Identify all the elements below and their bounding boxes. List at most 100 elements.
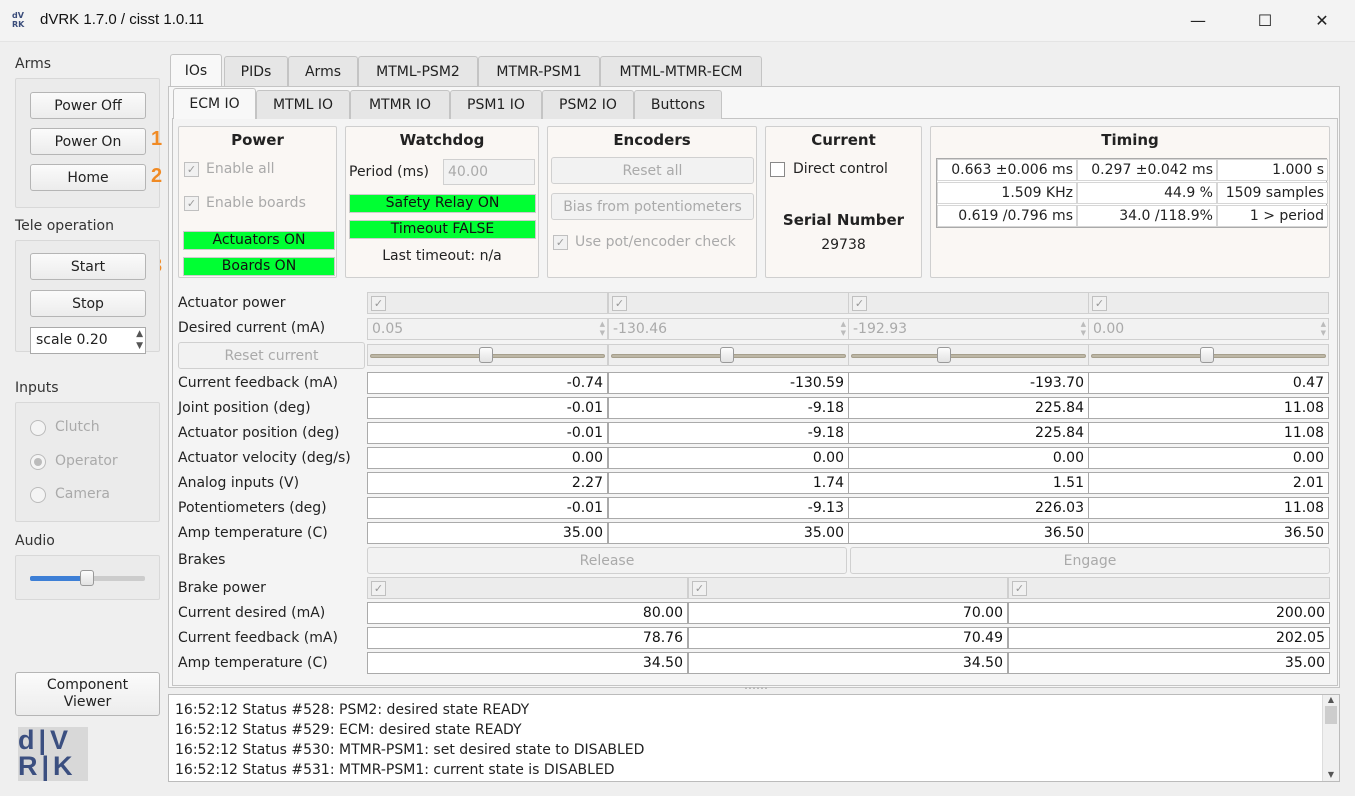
tab-mtml-psm2[interactable]: MTML-PSM2	[358, 56, 478, 86]
spin-arrows-icon[interactable]: ▲ ▼	[1321, 320, 1326, 338]
actuator-power-checkbox[interactable]: ✓	[371, 296, 386, 311]
spin-arrows-icon[interactable]: ▲ ▼	[841, 320, 846, 338]
slider-track	[851, 354, 1086, 358]
log-line: 16:52:12 Status #530: MTMR-PSM1: set des…	[175, 742, 645, 758]
actuator-value: -9.18	[608, 422, 849, 444]
subtab-mtmr-io[interactable]: MTMR IO	[350, 90, 450, 119]
release-button[interactable]: Release	[367, 547, 847, 574]
actuator-value: -0.01	[367, 422, 608, 444]
use-pot-check-checkbox[interactable]: ✓	[553, 235, 568, 250]
brake-row-label: Current feedback (mA)	[178, 630, 338, 646]
encoders-title: Encoders	[613, 131, 691, 149]
scroll-down-icon[interactable]: ▼	[1323, 770, 1339, 779]
current-slider[interactable]	[1088, 344, 1329, 366]
actuator-power-checkbox[interactable]: ✓	[852, 296, 867, 311]
audio-slider-handle[interactable]	[80, 570, 94, 586]
actuator-value: 225.84	[848, 422, 1089, 444]
close-button[interactable]: ✕	[1302, 8, 1342, 34]
actuator-power-label: Actuator power	[178, 295, 286, 311]
actuator-value: 36.50	[1088, 522, 1329, 544]
clutch-radio[interactable]	[30, 420, 46, 436]
actuator-value: -130.59	[608, 372, 849, 394]
bias-from-potentiometers-button[interactable]: Bias from potentiometers	[551, 193, 754, 220]
tab-pids[interactable]: PIDs	[224, 56, 288, 86]
actuator-value: 11.08	[1088, 422, 1329, 444]
camera-radio[interactable]	[30, 487, 46, 503]
operator-label: Operator	[55, 453, 118, 469]
scrollbar-thumb[interactable]	[1325, 706, 1337, 724]
subtab-psm2-io[interactable]: PSM2 IO	[542, 90, 634, 119]
operator-radio[interactable]	[30, 454, 46, 470]
desired-current-spinbox[interactable]: -130.46 ▲ ▼	[608, 318, 849, 340]
brake-row-label: Current desired (mA)	[178, 605, 326, 621]
brake-value: 202.05	[1008, 627, 1330, 649]
current-slider[interactable]	[608, 344, 849, 366]
tab-ios[interactable]: IOs	[170, 54, 222, 86]
subtab-ecm-io[interactable]: ECM IO	[173, 88, 256, 119]
slider-handle[interactable]	[937, 347, 951, 363]
desired-current-spinbox[interactable]: 0.00 ▲ ▼	[1088, 318, 1329, 340]
log-line: 16:52:12 Status #529: ECM: desired state…	[175, 722, 522, 738]
enable-boards-label: Enable boards	[206, 195, 306, 211]
timeout-status: Timeout FALSE	[349, 220, 536, 239]
tab-arms[interactable]: Arms	[288, 56, 358, 86]
actuator-value: 2.27	[367, 472, 608, 494]
subtab-buttons[interactable]: Buttons	[634, 90, 722, 119]
brake-value: 35.00	[1008, 652, 1330, 674]
actuator-power-cell: ✓	[608, 292, 849, 314]
current-slider[interactable]	[848, 344, 1089, 366]
actuator-value: -193.70	[848, 372, 1089, 394]
component-viewer-button[interactable]: Component Viewer	[15, 672, 160, 716]
stop-button[interactable]: Stop	[30, 290, 146, 317]
dvrk-logo: d|V R|K	[18, 727, 88, 781]
reset-current-button[interactable]: Reset current	[178, 342, 365, 369]
current-slider[interactable]	[367, 344, 608, 366]
brake-power-checkbox[interactable]: ✓	[1012, 581, 1027, 596]
actuator-value: 1.74	[608, 472, 849, 494]
actuator-power-checkbox[interactable]: ✓	[612, 296, 627, 311]
row-label: Amp temperature (C)	[178, 525, 328, 541]
scale-spinbox[interactable]: scale 0.20 ▲ ▼	[30, 327, 146, 354]
desired-current-value: 0.00	[1093, 321, 1125, 337]
engage-button[interactable]: Engage	[850, 547, 1330, 574]
log-scrollbar[interactable]: ▲ ▼	[1322, 695, 1339, 781]
subtab-mtml-io[interactable]: MTML IO	[256, 90, 350, 119]
arms-label: Arms	[15, 56, 52, 72]
maximize-button[interactable]: ☐	[1245, 8, 1285, 34]
enable-boards-checkbox[interactable]: ✓	[184, 196, 199, 211]
reset-all-button[interactable]: Reset all	[551, 157, 754, 184]
brake-power-cell: ✓	[688, 577, 1008, 599]
actuator-value: 35.00	[608, 522, 849, 544]
scroll-up-icon[interactable]: ▲	[1323, 695, 1339, 704]
slider-handle[interactable]	[479, 347, 493, 363]
spin-arrows-icon[interactable]: ▲ ▼	[600, 320, 605, 338]
period-label: Period (ms)	[349, 164, 429, 180]
tab-mtmr-psm1[interactable]: MTMR-PSM1	[478, 56, 600, 86]
splitter-handle[interactable]	[745, 687, 767, 691]
tab-mtml-mtmr-ecm[interactable]: MTML-MTMR-ECM	[600, 56, 762, 86]
actuator-power-cell: ✓	[1088, 292, 1329, 314]
spin-arrows-icon[interactable]: ▲ ▼	[136, 328, 143, 352]
use-pot-check-label: Use pot/encoder check	[575, 234, 736, 250]
desired-current-spinbox[interactable]: 0.05 ▲ ▼	[367, 318, 608, 340]
brake-power-checkbox[interactable]: ✓	[371, 581, 386, 596]
enable-all-checkbox[interactable]: ✓	[184, 162, 199, 177]
power-off-button[interactable]: Power Off	[30, 92, 146, 119]
actuator-power-checkbox[interactable]: ✓	[1092, 296, 1107, 311]
minimize-button[interactable]: —	[1178, 8, 1218, 34]
last-timeout: Last timeout: n/a	[382, 248, 502, 264]
actuator-value: -9.18	[608, 397, 849, 419]
slider-handle[interactable]	[1200, 347, 1214, 363]
direct-control-checkbox[interactable]	[770, 162, 785, 177]
spin-arrows-icon[interactable]: ▲ ▼	[1081, 320, 1086, 338]
desired-current-spinbox[interactable]: -192.93 ▲ ▼	[848, 318, 1089, 340]
timing-cell: 34.0 /118.9%	[1077, 205, 1217, 227]
period-spinbox[interactable]: 40.00	[443, 159, 535, 185]
subtab-psm1-io[interactable]: PSM1 IO	[450, 90, 542, 119]
power-on-button[interactable]: Power On	[30, 128, 146, 155]
brake-value: 34.50	[367, 652, 688, 674]
slider-handle[interactable]	[720, 347, 734, 363]
start-button[interactable]: Start	[30, 253, 146, 280]
brake-power-checkbox[interactable]: ✓	[692, 581, 707, 596]
home-button[interactable]: Home	[30, 164, 146, 191]
